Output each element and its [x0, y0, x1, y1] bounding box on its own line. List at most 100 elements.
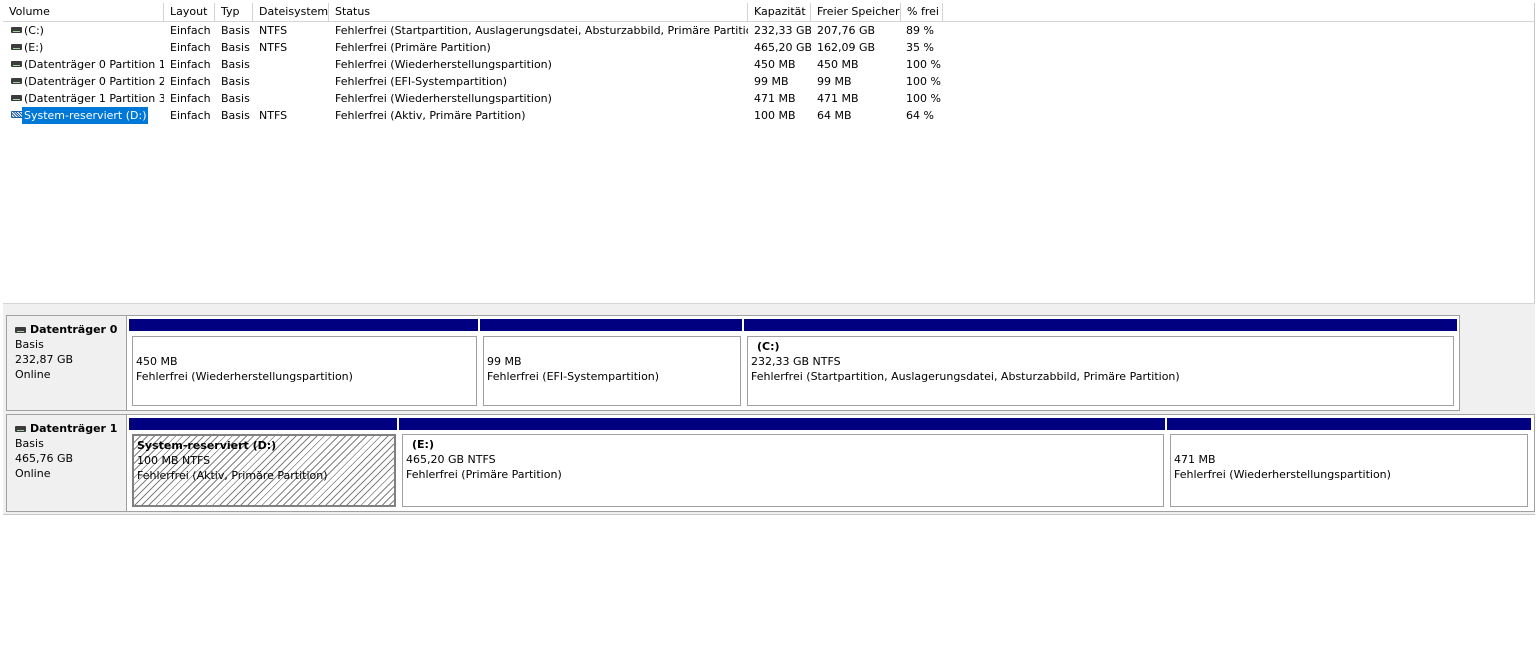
cell-layout: Einfach: [170, 109, 211, 122]
volume-name: (Datenträger 1 Partition 3): [24, 92, 164, 105]
cell-typ: Basis: [221, 109, 250, 122]
cell-volume: (Datenträger 0 Partition 1): [6, 56, 164, 73]
disk-map-pane: Datenträger 0 Basis 232,87 GB Online 450…: [3, 309, 1535, 514]
column-header-kapazitaet[interactable]: Kapazität: [748, 3, 811, 21]
cell-volume: (E:): [6, 39, 164, 56]
volume-list[interactable]: Volume Layout Typ Dateisystem Status Kap…: [3, 3, 1535, 303]
disk-icon: [15, 425, 26, 432]
disk-icon: [11, 95, 22, 101]
partition-status: Fehlerfrei (EFI-Systempartition): [487, 370, 660, 383]
partition-bar: [399, 418, 1167, 430]
disk-row-1: Datenträger 1 Basis 465,76 GB Online Sys…: [3, 414, 1535, 512]
cell-layout: Einfach: [170, 24, 211, 37]
column-header-dateisystem[interactable]: Dateisystem: [253, 3, 329, 21]
cell-cap: 465,20 GB: [754, 41, 811, 54]
disk-icon: [11, 61, 22, 67]
partition-size: 99 MB: [487, 355, 522, 368]
table-row[interactable]: (C:) Einfach Basis NTFS Fehlerfrei (Startpar…: [3, 22, 1534, 39]
cell-layout: Einfach: [170, 92, 211, 105]
cell-cap: 450 MB: [754, 58, 796, 71]
partition-bar: [1167, 418, 1531, 430]
volume-name: (Datenträger 0 Partition 2): [24, 75, 164, 88]
cell-status: Fehlerfrei (Primäre Partition): [335, 41, 491, 54]
table-row[interactable]: System-reserviert (D:) Einfach Basis NTFS Fe…: [3, 107, 1534, 124]
partition-size: 232,33 GB NTFS: [751, 355, 841, 368]
cell-cap: 99 MB: [754, 75, 789, 88]
cell-pct: 35 %: [906, 41, 934, 54]
column-header-typ[interactable]: Typ: [215, 3, 253, 21]
cell-fs: NTFS: [259, 109, 288, 122]
disk-state: Online: [15, 368, 51, 381]
disk-name: Datenträger 1: [30, 422, 118, 435]
disk-icon: [15, 326, 26, 333]
disk-name: Datenträger 0: [30, 323, 118, 336]
partition-bar: [480, 319, 744, 331]
column-header-prozent-frei[interactable]: % frei: [901, 3, 943, 21]
partition-title: (C:): [757, 340, 780, 353]
partition-status: Fehlerfrei (Wiederherstellungspartition): [1174, 468, 1391, 481]
disk-icon: [11, 78, 22, 84]
cell-fs: NTFS: [259, 41, 288, 54]
cell-free: 99 MB: [817, 75, 852, 88]
column-header-volume[interactable]: Volume: [3, 3, 164, 21]
cell-layout: Einfach: [170, 75, 211, 88]
cell-typ: Basis: [221, 24, 250, 37]
partition-status: Fehlerfrei (Startpartition, Auslagerungs…: [751, 370, 1180, 383]
cell-cap: 232,33 GB: [754, 24, 811, 37]
partition-block-selected[interactable]: System-reserviert (D:) 100 MB NTFS Fehle…: [129, 418, 399, 510]
partition-block[interactable]: (C:) 232,33 GB NTFS Fehlerfrei (Startpar…: [744, 319, 1457, 409]
disk-label-1[interactable]: Datenträger 1 Basis 465,76 GB Online: [6, 414, 128, 512]
cell-pct: 89 %: [906, 24, 934, 37]
disk-type: Basis: [15, 437, 44, 450]
partition-block[interactable]: 99 MB Fehlerfrei (EFI-Systempartition): [480, 319, 744, 409]
partition-bar: [744, 319, 1457, 331]
column-header-freier-speicher[interactable]: Freier Speicher: [811, 3, 901, 21]
disk-icon: [11, 27, 22, 33]
partition-status: Fehlerfrei (Aktiv, Primäre Partition): [137, 469, 328, 482]
volume-name: (Datenträger 0 Partition 1): [24, 58, 164, 71]
cell-typ: Basis: [221, 92, 250, 105]
disk-size: 232,87 GB: [15, 353, 74, 366]
disk-partitions-1: System-reserviert (D:) 100 MB NTFS Fehle…: [126, 414, 1535, 512]
cell-fs: [259, 56, 329, 73]
cell-status: Fehlerfrei (Wiederherstellungspartition): [335, 92, 552, 105]
disk-label-0[interactable]: Datenträger 0 Basis 232,87 GB Online: [6, 315, 128, 411]
cell-volume: System-reserviert (D:): [6, 107, 164, 124]
disk-partitions-0: 450 MB Fehlerfrei (Wiederherstellungspar…: [126, 315, 1460, 411]
partition-bar: [129, 319, 480, 331]
partition-block[interactable]: (E:) 465,20 GB NTFS Fehlerfrei (Primäre …: [399, 418, 1167, 510]
cell-cap: 100 MB: [754, 109, 796, 122]
cell-free: 162,09 GB: [817, 41, 876, 54]
vertical-scrollbar[interactable]: [1530, 23, 1538, 308]
cell-status: Fehlerfrei (Aktiv, Primäre Partition): [335, 109, 526, 122]
bottom-border: [3, 514, 1535, 515]
table-row[interactable]: (Datenträger 0 Partition 1) Einfach Basis F…: [3, 56, 1534, 73]
cell-fs: [259, 73, 329, 90]
cell-volume: (Datenträger 1 Partition 3): [6, 90, 164, 107]
partition-status: Fehlerfrei (Wiederherstellungspartition): [136, 370, 353, 383]
cell-volume: (C:): [6, 22, 164, 39]
cell-cap: 471 MB: [754, 92, 796, 105]
table-row[interactable]: (Datenträger 0 Partition 2) Einfach Basis F…: [3, 73, 1534, 90]
cell-layout: Einfach: [170, 58, 211, 71]
table-row[interactable]: (Datenträger 1 Partition 3) Einfach Basis F…: [3, 90, 1534, 107]
cell-status: Fehlerfrei (Wiederherstellungspartition): [335, 58, 552, 71]
cell-typ: Basis: [221, 75, 250, 88]
cell-pct: 100 %: [906, 92, 941, 105]
volume-name: (C:): [24, 24, 44, 37]
partition-size: 450 MB: [136, 355, 178, 368]
partition-status: Fehlerfrei (Primäre Partition): [406, 468, 562, 481]
column-header-layout[interactable]: Layout: [164, 3, 215, 21]
partition-bar: [129, 418, 399, 430]
partition-title: System-reserviert (D:): [137, 439, 277, 452]
partition-size: 465,20 GB NTFS: [406, 453, 496, 466]
column-header-status[interactable]: Status: [329, 3, 748, 21]
cell-fs: NTFS: [259, 24, 288, 37]
table-row[interactable]: (E:) Einfach Basis NTFS Fehlerfrei (Primäre …: [3, 39, 1534, 56]
partition-size: 471 MB: [1174, 453, 1216, 466]
cell-free: 64 MB: [817, 109, 852, 122]
partition-block[interactable]: 471 MB Fehlerfrei (Wiederherstellungspar…: [1167, 418, 1531, 510]
partition-block[interactable]: 450 MB Fehlerfrei (Wiederherstellungspar…: [129, 319, 480, 409]
cell-status: Fehlerfrei (Startpartition, Auslagerungs…: [335, 24, 748, 37]
disk-size: 465,76 GB: [15, 452, 74, 465]
